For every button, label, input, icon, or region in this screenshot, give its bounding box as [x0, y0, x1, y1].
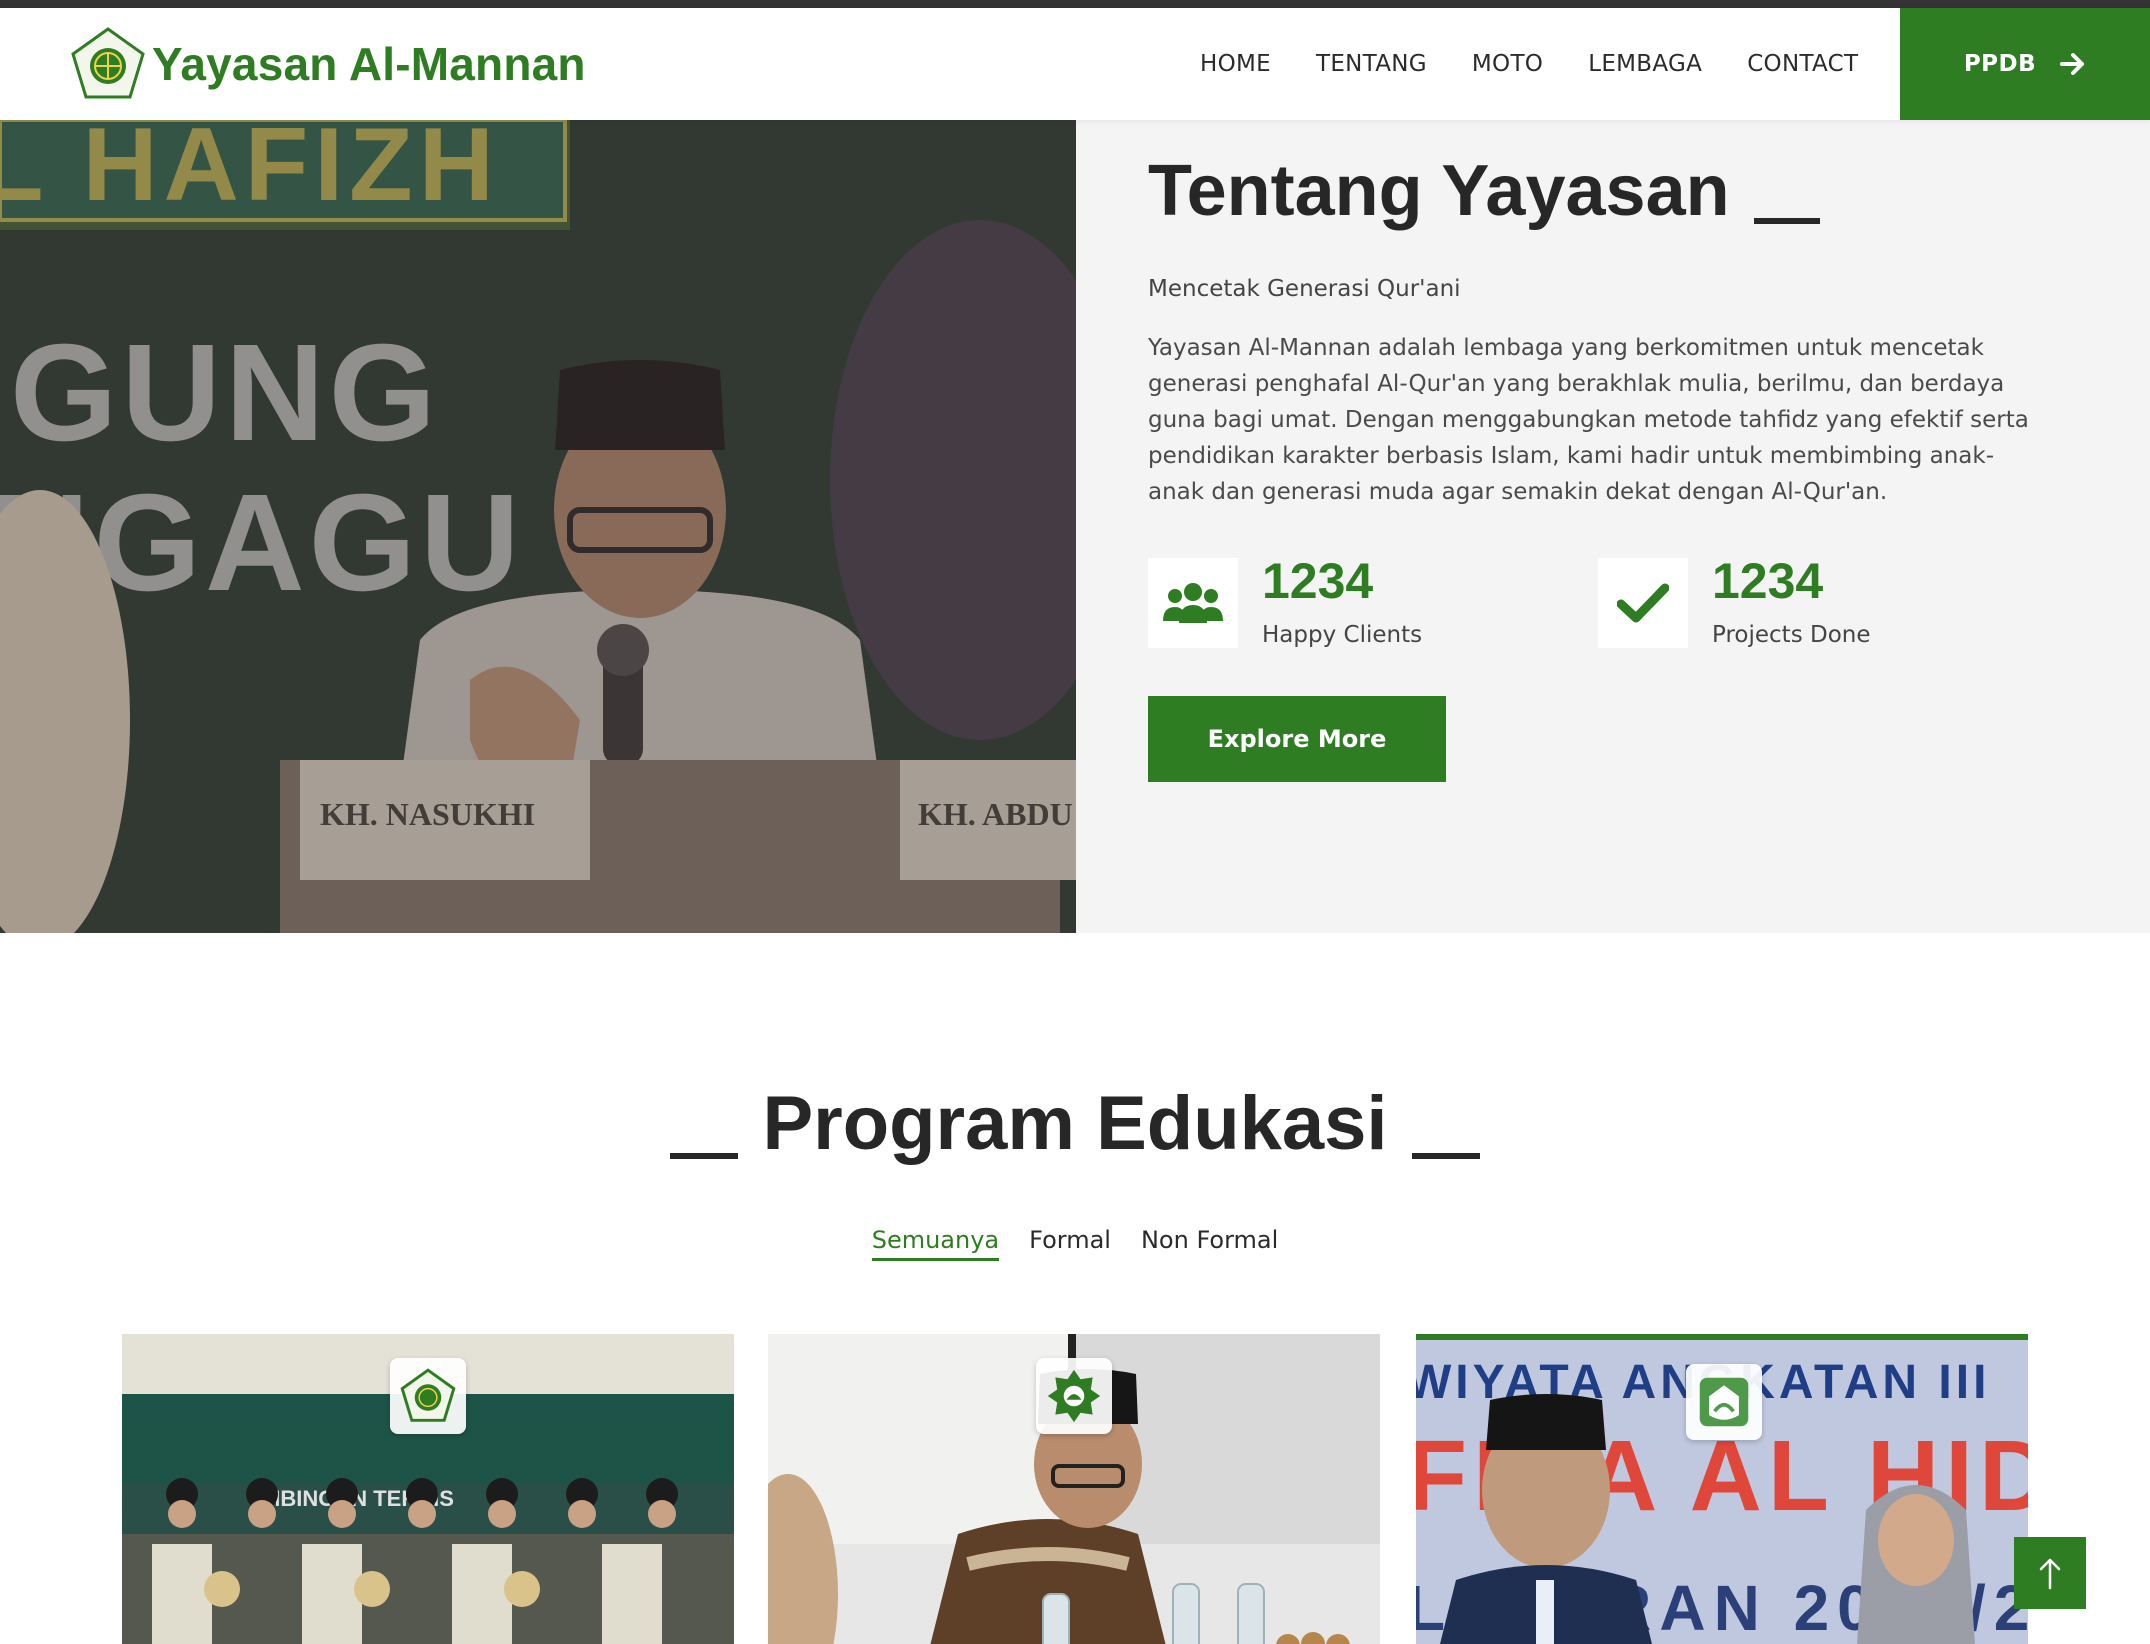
program-title: Program Edukasi: [0, 1080, 2150, 1167]
stat-happy-clients: 1234 Happy Clients: [1148, 553, 1598, 648]
stats-row: 1234 Happy Clients 1234 Projects Done: [1148, 553, 2048, 648]
nav-moto[interactable]: MOTO: [1472, 51, 1543, 77]
stat-label: Happy Clients: [1262, 622, 1423, 648]
stat-number: 1234: [1712, 553, 1824, 609]
about-title: Tentang Yayasan: [1148, 150, 2048, 232]
speaker-photo-illustration: L HAFIZH GUNG NGAGU KH. NASUKHI KH. ABDU: [0, 120, 1076, 933]
brand-name: Yayasan Al-Mannan: [152, 38, 586, 90]
foundation-logo-icon: [71, 27, 145, 99]
program-title-text: Program Edukasi: [762, 1081, 1388, 1166]
filter-non-formal[interactable]: Non Formal: [1141, 1226, 1278, 1261]
brand[interactable]: Yayasan Al-Mannan: [70, 26, 586, 102]
program-card[interactable]: [768, 1334, 1380, 1644]
top-border: [0, 0, 2150, 8]
program-card[interactable]: WIYATA ANGKATAN III FIDA AL HIDAYAH LAJA…: [1416, 1334, 2028, 1644]
filter-semuanya[interactable]: Semuanya: [871, 1226, 1000, 1261]
arrow-right-icon: [2060, 53, 2085, 75]
institution-logo-icon: [1036, 1358, 1112, 1434]
check-icon: [1598, 558, 1688, 648]
about-title-text: Tentang Yayasan: [1148, 151, 1730, 231]
arrow-up-icon: [2039, 1558, 2061, 1590]
users-icon: [1148, 558, 1238, 648]
title-dash-right: [1411, 1153, 1480, 1159]
title-dash-left: [670, 1153, 739, 1159]
site-header: Yayasan Al-Mannan HOME TENTANG MOTO LEMB…: [0, 8, 2150, 120]
nav-contact[interactable]: CONTACT: [1747, 51, 1858, 77]
nav-lembaga[interactable]: LEMBAGA: [1588, 51, 1702, 77]
about-content: Tentang Yayasan Mencetak Generasi Qur'an…: [1148, 120, 2048, 782]
program-filters: Semuanya Formal Non Formal: [0, 1226, 2150, 1261]
explore-more-button[interactable]: Explore More: [1148, 696, 1446, 782]
title-dash: [1753, 218, 1820, 224]
back-to-top-button[interactable]: [2014, 1537, 2086, 1609]
nav-home[interactable]: HOME: [1200, 51, 1271, 77]
ppdb-label: PPDB: [1963, 51, 2037, 77]
institution-logo-icon: [390, 1358, 466, 1434]
stat-number: 1234: [1262, 553, 1374, 609]
nav-tentang[interactable]: TENTANG: [1316, 51, 1427, 77]
stat-label: Projects Done: [1712, 622, 1871, 648]
program-card[interactable]: MBINGAN TEKNIS: [122, 1334, 734, 1644]
filter-formal[interactable]: Formal: [1029, 1226, 1111, 1261]
about-photo: L HAFIZH GUNG NGAGU KH. NASUKHI KH. ABDU: [0, 120, 1076, 933]
about-description: Yayasan Al-Mannan adalah lembaga yang be…: [1148, 335, 2029, 505]
institution-logo-icon: [1686, 1364, 1762, 1440]
about-subtitle: Mencetak Generasi Qur'ani: [1148, 276, 1461, 302]
ppdb-button[interactable]: PPDB: [1900, 8, 2150, 120]
stat-projects-done: 1234 Projects Done: [1598, 553, 2048, 648]
about-section: L HAFIZH GUNG NGAGU KH. NASUKHI KH. ABDU…: [0, 120, 2150, 933]
main-nav: HOME TENTANG MOTO LEMBAGA CONTACT: [1200, 8, 1903, 120]
